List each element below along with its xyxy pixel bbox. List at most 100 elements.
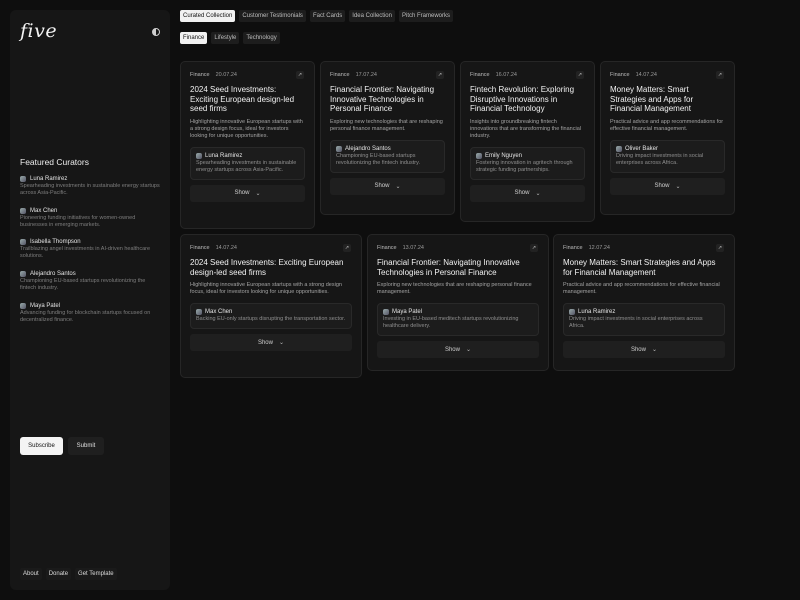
footer-link-donate[interactable]: Donate <box>45 568 72 580</box>
avatar <box>20 303 26 309</box>
curator-desc: Spearheading investments in sustainable … <box>20 183 160 196</box>
card-date: 14.07.24 <box>635 72 657 78</box>
curator-item[interactable]: Luna Ramirez Spearheading investments in… <box>20 176 160 197</box>
article-card[interactable]: Finance 13.07.24 ↗ Financial Frontier: Na… <box>367 234 549 371</box>
curator-name: Maya Patel <box>30 303 61 309</box>
curator-desc: Trailblazing angel investments in AI-dri… <box>20 246 151 259</box>
tab-idea-collection[interactable]: Idea Collection <box>349 10 395 22</box>
card-title: Money Matters: Smart Strategies and Apps… <box>563 258 716 277</box>
curator-quote: Luna Ramirez Driving impact investments … <box>563 303 725 336</box>
filter-finance[interactable]: Finance <box>180 32 208 44</box>
submit-button[interactable]: Submit <box>68 437 104 455</box>
external-link-icon[interactable]: ↗ <box>576 71 584 79</box>
quote-text: Driving impact investments in social ent… <box>569 316 703 329</box>
quote-text: Driving impact investments in social ent… <box>616 152 704 166</box>
show-label: Show <box>630 346 646 353</box>
filter-tabs: Finance Lifestyle Technology <box>180 32 280 44</box>
chevron-down-icon: ⌄ <box>535 190 541 197</box>
avatar <box>20 271 26 277</box>
quote-curator-name: Oliver Baker <box>625 145 659 152</box>
card-date: 20.07.24 <box>215 72 237 78</box>
curator-item[interactable]: Max Chen Pioneering funding initiatives … <box>20 208 160 229</box>
footer-link-get-template[interactable]: Get Template <box>75 568 117 580</box>
card-date: 13.07.24 <box>402 245 424 251</box>
show-button[interactable]: Show ⌄ <box>470 184 585 202</box>
card-title: Money Matters: Smart Strategies and Apps… <box>610 85 694 113</box>
card-title: Financial Frontier: Navigating Innovativ… <box>330 85 435 113</box>
curator-name: Isabella Thompson <box>30 239 81 245</box>
filter-technology[interactable]: Technology <box>243 32 280 44</box>
show-label: Show <box>654 183 670 189</box>
footer-links: About Donate Get Template <box>20 568 117 580</box>
avatar <box>383 309 389 315</box>
show-label: Show <box>234 190 250 196</box>
card-category: Finance <box>330 72 350 78</box>
card-summary: Highlighting innovative European startup… <box>190 282 342 295</box>
quote-curator-name: Emily Nguyen <box>485 152 523 159</box>
tab-pitch-frameworks[interactable]: Pitch Frameworks <box>398 10 453 22</box>
show-button[interactable]: Show ⌄ <box>377 341 539 358</box>
quote-curator-name: Alejandro Santos <box>345 145 391 152</box>
article-card[interactable]: Finance 17.07.24 ↗ Financial Frontier: Na… <box>320 61 455 215</box>
article-card[interactable]: Finance 14.07.24 ↗ 2024 Seed Investments:… <box>180 234 362 378</box>
card-summary: Practical advice and app recommendations… <box>610 118 724 132</box>
chevron-down-icon: ⌄ <box>675 183 681 190</box>
curator-quote: Alejandro Santos Championing EU-based st… <box>330 139 445 173</box>
card-date: 16.07.24 <box>495 72 517 78</box>
quote-curator-name: Maya Patel <box>392 309 423 315</box>
sidebar: five Featured Curators Luna Ramirez Spea… <box>10 10 170 590</box>
brand-logo[interactable]: five <box>20 20 57 42</box>
avatar <box>20 176 26 182</box>
show-button[interactable]: Show ⌄ <box>610 177 725 195</box>
tab-curated-collection[interactable]: Curated Collection <box>180 10 236 22</box>
card-summary: Exploring new technologies that are resh… <box>377 282 532 295</box>
card-category: Finance <box>190 245 210 251</box>
quote-curator-name: Max Chen <box>205 309 233 315</box>
curator-quote: Oliver Baker Driving impact investments … <box>610 139 725 173</box>
quote-text: Fostering innovation in agritech through… <box>476 159 573 173</box>
external-link-icon[interactable]: ↗ <box>436 71 444 79</box>
show-button[interactable]: Show ⌄ <box>190 334 352 351</box>
filter-lifestyle[interactable]: Lifestyle <box>211 32 240 44</box>
chevron-down-icon: ⌄ <box>651 347 658 353</box>
show-label: Show <box>257 339 273 346</box>
card-category: Finance <box>563 245 583 251</box>
card-summary: Highlighting innovative European startup… <box>190 118 303 139</box>
curator-name: Luna Ramirez <box>30 176 68 182</box>
quote-curator-name: Luna Ramirez <box>578 309 616 315</box>
external-link-icon[interactable]: ↗ <box>716 71 724 79</box>
card-title: Fintech Revolution: Exploring Disruptive… <box>470 85 575 113</box>
curator-quote: Luna Ramirez Spearheading investments in… <box>190 146 305 180</box>
curator-item[interactable]: Alejandro Santos Championing EU-based st… <box>20 271 160 292</box>
curator-item[interactable]: Isabella Thompson Trailblazing angel inv… <box>20 239 160 260</box>
card-category: Finance <box>610 72 630 78</box>
external-link-icon[interactable]: ↗ <box>530 244 538 252</box>
curator-item[interactable]: Maya Patel Advancing funding for blockch… <box>20 303 160 324</box>
card-summary: Practical advice and app recommendations… <box>563 282 720 295</box>
article-card[interactable]: Finance 12.07.24 ↗ Money Matters: Smart S… <box>553 234 735 371</box>
tab-customer-testimonials[interactable]: Customer Testimonials <box>239 10 306 22</box>
subscribe-button[interactable]: Subscribe <box>20 437 63 455</box>
tab-fact-cards[interactable]: Fact Cards <box>309 10 346 22</box>
show-button[interactable]: Show ⌄ <box>563 341 725 358</box>
featured-curators-title: Featured Curators <box>20 157 89 167</box>
card-title: 2024 Seed Investments: Exciting European… <box>190 85 295 113</box>
external-link-icon[interactable]: ↗ <box>716 244 724 252</box>
curator-quote: Maya Patel Investing in EU-based meditec… <box>377 303 539 336</box>
article-card[interactable]: Finance 20.07.24 ↗ 2024 Seed Investments:… <box>180 61 315 229</box>
show-button[interactable]: Show ⌄ <box>330 177 445 195</box>
show-button[interactable]: Show ⌄ <box>190 184 305 202</box>
footer-link-about[interactable]: About <box>20 568 42 580</box>
avatar <box>616 145 622 152</box>
article-card[interactable]: Finance 14.07.24 ↗ Money Matters: Smart S… <box>600 61 735 215</box>
theme-toggle-icon[interactable] <box>152 28 160 36</box>
card-summary: Insights into groundbreaking fintech inn… <box>470 118 581 139</box>
chevron-down-icon: ⌄ <box>395 183 401 190</box>
article-card[interactable]: Finance 16.07.24 ↗ Fintech Revolution: Ex… <box>460 61 595 222</box>
external-link-icon[interactable]: ↗ <box>296 71 304 79</box>
quote-text: Investing in EU-based meditech startups … <box>383 316 519 329</box>
avatar <box>20 239 26 245</box>
avatar <box>336 145 342 152</box>
card-date: 12.07.24 <box>588 245 610 251</box>
external-link-icon[interactable]: ↗ <box>343 244 351 252</box>
